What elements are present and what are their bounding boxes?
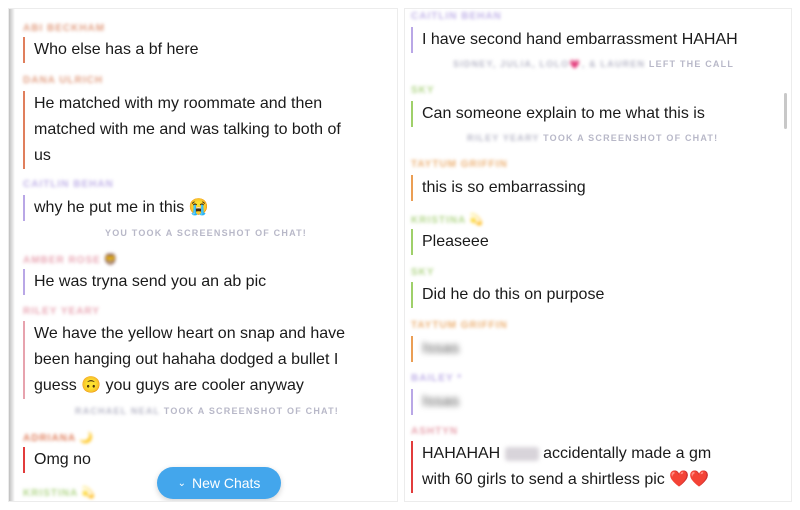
message-line: He matched with my roommate and then — [34, 95, 323, 112]
sender-name-text: KRISTINA — [23, 488, 79, 499]
chat-message: Who else has a bf here — [23, 37, 199, 63]
chat-message: HAHAHAH accidentally made a gm with 60 g… — [411, 441, 711, 493]
chat-message: I have second hand embarrassment HAHAH — [411, 27, 738, 53]
chevron-down-icon: ⌄ — [177, 477, 186, 489]
sender-name: CAITLIN BEHAN — [411, 11, 502, 22]
sender-name: BAILEY * — [411, 373, 463, 384]
message-line: this is so embarrassing — [422, 179, 586, 196]
blurred-name — [504, 446, 539, 461]
chat-panel-left: ABI BECKHAM Who else has a bf here DANA … — [8, 8, 398, 502]
chat-message: He was tryna send you an ab pic — [23, 269, 266, 295]
new-chats-label: New Chats — [191, 475, 261, 491]
chat-message: He matched with my roommate and then mat… — [23, 91, 341, 169]
message-line: Can someone explain to me what this is — [422, 105, 705, 122]
message-line: guess 🙃 you guys are cooler anyway — [34, 377, 304, 394]
chat-message: why he put me in this 😭 — [23, 195, 209, 221]
message-line: Did he do this on purpose — [422, 286, 605, 303]
sender-name: ADRIANA 🌙 — [23, 431, 94, 444]
sender-name: DANA ULRICH — [23, 75, 104, 86]
sender-name: CAITLIN BEHAN — [23, 179, 114, 190]
system-notice: YOU TOOK A SCREENSHOT OF CHAT! — [105, 228, 308, 238]
chat-message: Did he do this on purpose — [411, 282, 604, 308]
message-line: Omg no — [34, 451, 91, 468]
scrollbar[interactable] — [784, 93, 787, 129]
blurred-username: RILEY YEARY — [467, 133, 540, 143]
sender-name: TAYTUM GRIFFIN — [411, 159, 508, 170]
blurred-message: Issas — [422, 393, 460, 410]
message-line: with 60 girls to send a shirtless pic ❤️… — [422, 471, 710, 488]
sender-name-text: ADRIANA — [23, 433, 77, 444]
chat-message: Can someone explain to me what this is — [411, 101, 705, 127]
message-line: why he put me in this 😭 — [34, 199, 209, 216]
sender-name: KRISTINA 💫 — [23, 486, 96, 499]
chat-message-blurred: Issas — [411, 336, 459, 362]
message-line: He was tryna send you an ab pic — [34, 273, 267, 290]
sparkle-emoji: 💫 — [81, 487, 96, 499]
blurred-username: RACHAEL NEAL — [75, 406, 161, 416]
message-line: I have second hand embarrassment HAHAH — [422, 31, 738, 48]
chat-message: Omg no — [23, 447, 91, 473]
sender-name: RILEY YEARY — [23, 306, 100, 317]
new-chats-button[interactable]: ⌄ New Chats — [157, 467, 281, 499]
system-notice: RILEY YEARY TOOK A SCREENSHOT OF CHAT! — [467, 133, 718, 143]
notice-text: LEFT THE CALL — [648, 59, 735, 69]
blurred-usernames: SIDNEY, JULIA, LOLO💗, & LAUREN — [453, 59, 646, 69]
sender-name: AMBER ROSE 🦁 — [23, 253, 119, 266]
system-notice: SIDNEY, JULIA, LOLO💗, & LAUREN LEFT THE … — [453, 59, 734, 70]
message-text: HAHAHAH — [422, 445, 501, 462]
system-notice: RACHAEL NEAL TOOK A SCREENSHOT OF CHAT! — [75, 406, 339, 416]
sparkle-emoji: 💫 — [469, 214, 484, 226]
chat-message-blurred: Issas — [411, 389, 459, 415]
message-line: matched with me and was talking to both … — [34, 121, 341, 138]
blurred-message: Issas — [422, 340, 460, 357]
chat-message: Pleaseee — [411, 229, 489, 255]
message-line: HAHAHAH accidentally made a gm — [422, 441, 711, 467]
moon-emoji: 🌙 — [79, 432, 94, 444]
sender-name: KRISTINA 💫 — [411, 213, 484, 226]
sender-name: SKY — [411, 267, 435, 278]
sender-name: SKY — [411, 85, 435, 96]
lion-emoji: 🦁 — [103, 254, 119, 266]
message-line: been hanging out hahaha dodged a bullet … — [34, 351, 339, 368]
sender-name-text: KRISTINA — [411, 215, 467, 226]
panel-edge-shadow — [9, 9, 15, 501]
sender-name: TAYTUM GRIFFIN — [411, 320, 508, 331]
message-line: Who else has a bf here — [34, 41, 199, 58]
message-line: us — [34, 147, 51, 164]
message-text: accidentally made a gm — [543, 445, 712, 462]
sender-name-text: AMBER ROSE — [23, 255, 101, 266]
message-line: Pleaseee — [422, 233, 489, 250]
chat-panel-right: CAITLIN BEHAN I have second hand embarra… — [404, 8, 792, 502]
notice-text: TOOK A SCREENSHOT OF CHAT! — [543, 133, 719, 143]
notice-text: TOOK A SCREENSHOT OF CHAT! — [163, 406, 339, 416]
sender-name: ASHTYN — [411, 426, 459, 437]
chat-message: this is so embarrassing — [411, 175, 586, 201]
message-line: We have the yellow heart on snap and hav… — [34, 325, 346, 342]
chat-message: We have the yellow heart on snap and hav… — [23, 321, 345, 399]
sender-name: ABI BECKHAM — [23, 23, 106, 34]
